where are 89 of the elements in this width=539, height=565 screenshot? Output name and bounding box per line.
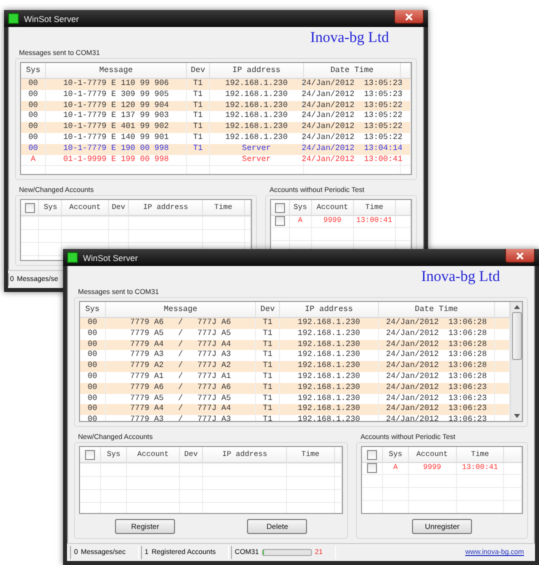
table-cell: 24/Jan/2012 13:06:23 xyxy=(378,382,495,394)
table-cell: T1 xyxy=(186,79,210,90)
table-cell: 10-1-7779 E 190 00 998 xyxy=(46,144,187,155)
close-icon xyxy=(516,252,524,260)
table-cell: 24/Jan/2012 13:06:28 xyxy=(378,361,495,372)
checkbox[interactable] xyxy=(367,463,378,474)
table-cell: 24/Jan/2012 13:04:14 xyxy=(304,144,402,155)
checkbox[interactable] xyxy=(24,202,35,212)
table-cell: 24/Jan/2012 13:06:23 xyxy=(378,404,495,416)
table-cell: 192.168.1.230 xyxy=(280,382,379,394)
company-name: Inova-bg Ltd xyxy=(310,30,389,48)
table-cell: 192.168.1.230 xyxy=(280,404,379,416)
table-cell: T1 xyxy=(256,318,280,329)
close-button[interactable] xyxy=(505,249,535,263)
checkbox[interactable] xyxy=(84,450,95,460)
table-cell: 7779 A4 / 777J A4 xyxy=(106,340,256,350)
table-cell: 10-1-7779 E 120 99 904 xyxy=(46,100,187,112)
checkbox[interactable] xyxy=(275,216,286,226)
table-cell: T1 xyxy=(256,361,280,372)
app-icon xyxy=(67,252,78,263)
table-cell: 24/Jan/2012 13:05:22 xyxy=(304,122,402,133)
table-cell: T1 xyxy=(256,382,280,394)
column-header[interactable]: Message xyxy=(46,63,187,78)
table-cell: 00 xyxy=(80,340,106,350)
table-cell: 00 xyxy=(21,122,46,133)
column-header[interactable]: IP address xyxy=(280,302,379,317)
table-cell: 01-1-9999 E 199 00 998 xyxy=(46,154,187,166)
table-cell: 24/Jan/2012 13:00:41 xyxy=(304,154,402,166)
table-cell: 7779 A2 / 777J A2 xyxy=(106,361,256,372)
table-cell: 00 xyxy=(80,415,106,421)
column-header[interactable]: Date Time xyxy=(304,63,402,78)
checkbox[interactable] xyxy=(275,202,286,212)
table-cell: 10-1-7779 E 401 99 902 xyxy=(46,122,187,133)
scroll-up-icon[interactable] xyxy=(512,304,520,310)
table-cell: 7779 A4 / 777J A4 xyxy=(106,404,256,416)
column-header[interactable]: Dev xyxy=(186,63,210,78)
window-title: WinSot Server xyxy=(24,14,80,24)
table-cell: T1 xyxy=(256,340,280,350)
table-cell: 24/Jan/2012 13:05:22 xyxy=(304,100,402,112)
table-row[interactable]: 00 7779 A6 / 777J A6 T1 192.168.1.230 24/Jan/2012 13:06:23 xyxy=(80,382,510,394)
column-header[interactable]: Dev xyxy=(256,302,280,317)
window-title: WinSot Server xyxy=(83,252,139,262)
close-icon xyxy=(405,12,413,20)
app-icon xyxy=(8,13,19,24)
table-cell: 7779 A6 / 777J A6 xyxy=(106,382,256,394)
table-cell: 192.168.1.230 xyxy=(280,318,379,329)
table-cell: 24/Jan/2012 13:06:28 xyxy=(378,340,495,350)
table-cell: A xyxy=(21,154,46,166)
close-button[interactable] xyxy=(394,10,424,24)
table-cell: T1 xyxy=(186,144,210,155)
scroll-thumb[interactable] xyxy=(512,312,522,360)
table-cell: 7779 A6 / 777J A6 xyxy=(106,318,256,329)
table-cell: 00 xyxy=(80,318,106,329)
table-cell: T1 xyxy=(256,415,280,421)
scroll-down-icon[interactable] xyxy=(512,413,520,419)
checkbox[interactable] xyxy=(367,450,378,460)
table-cell: 192.168.1.230 xyxy=(280,415,379,421)
table-row[interactable]: 00 7779 A6 / 777J A6 T1 192.168.1.230 24/Jan/2012 13:06:28 xyxy=(80,318,510,329)
table-row[interactable]: 00 10-1-7779 E 120 99 904 T1 192.168.1.230 24/Jan/2012 13:05:22 xyxy=(21,100,411,112)
table-row[interactable]: A 01-1-9999 E 199 00 998 Server 24/Jan/2012 13:00:41 xyxy=(21,154,411,166)
column-header[interactable]: IP address xyxy=(210,63,304,78)
column-header[interactable]: Message xyxy=(106,302,256,317)
table-cell: 24/Jan/2012 13:06:28 xyxy=(378,318,495,329)
table-cell: 00 xyxy=(21,79,46,90)
table-cell: T1 xyxy=(186,100,210,112)
table-cell: 24/Jan/2012 13:06:23 xyxy=(378,415,495,421)
column-header[interactable]: Sys xyxy=(21,63,46,78)
table-row[interactable]: 00 7779 A4 / 777J A4 T1 192.168.1.230 24/Jan/2012 13:06:28 xyxy=(80,340,510,350)
table-cell: 00 xyxy=(21,144,46,155)
table-cell: 7779 A3 / 777J A3 xyxy=(106,415,256,421)
table-row[interactable]: 00 10-1-7779 E 401 99 902 T1 192.168.1.230 24/Jan/2012 13:05:22 xyxy=(21,122,411,133)
table-cell: T1 xyxy=(186,122,210,133)
table-row[interactable]: 00 7779 A2 / 777J A2 T1 192.168.1.230 24/Jan/2012 13:06:28 xyxy=(80,361,510,372)
scrollbar[interactable] xyxy=(510,302,522,421)
table-cell: 24/Jan/2012 13:05:23 xyxy=(304,79,402,90)
table-row[interactable]: 00 10-1-7779 E 190 00 998 T1 Server 24/Jan/2012 13:04:14 xyxy=(21,144,411,155)
table-row[interactable]: 00 10-1-7779 E 110 99 906 T1 192.168.1.230 24/Jan/2012 13:05:23 xyxy=(21,79,411,90)
table-row[interactable]: 00 7779 A4 / 777J A4 T1 192.168.1.230 24/Jan/2012 13:06:23 xyxy=(80,404,510,416)
table-cell: 192.168.1.230 xyxy=(280,361,379,372)
table-cell: 00 xyxy=(80,404,106,416)
table-cell: 192.168.1.230 xyxy=(280,340,379,350)
table-cell: 00 xyxy=(21,100,46,112)
table-cell: T1 xyxy=(256,404,280,416)
column-header[interactable]: Sys xyxy=(80,302,106,317)
company-name: Inova-bg Ltd xyxy=(421,269,500,287)
table-cell: 00 xyxy=(80,361,106,372)
table-cell: 10-1-7779 E 110 99 906 xyxy=(46,79,187,90)
column-header[interactable]: Date Time xyxy=(378,302,495,317)
table-cell: 00 xyxy=(80,382,106,394)
